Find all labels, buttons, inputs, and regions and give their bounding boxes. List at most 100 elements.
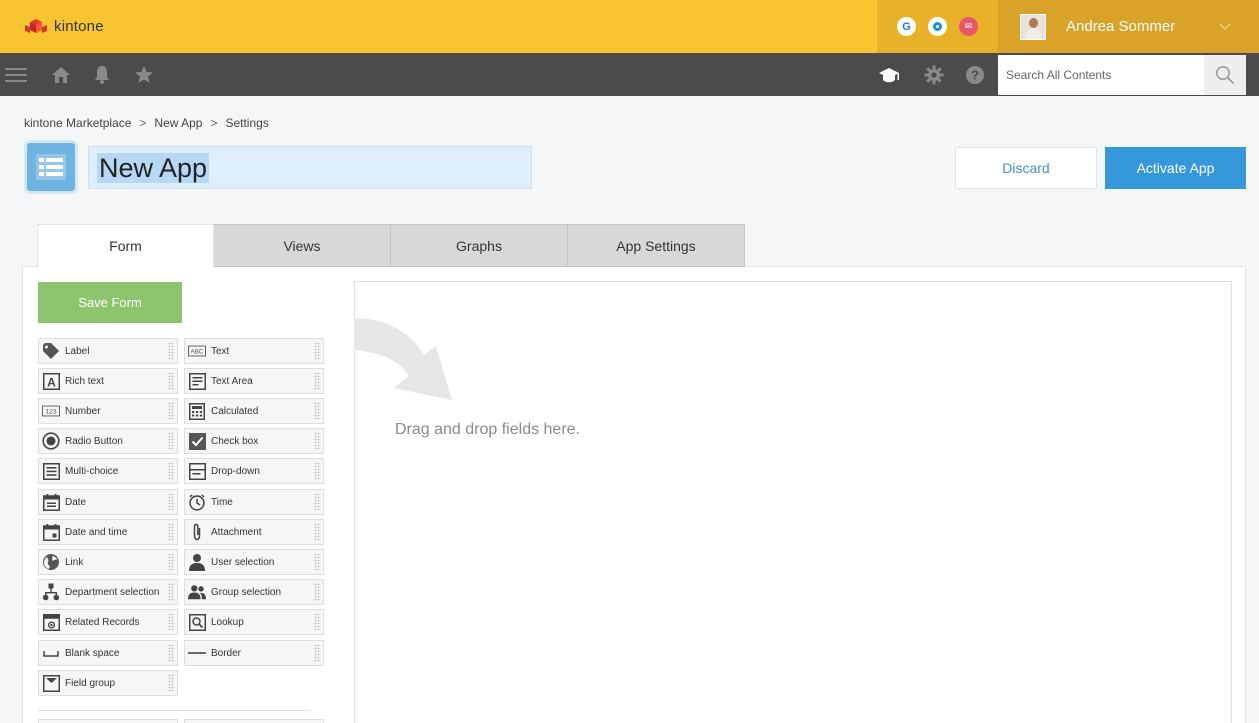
org-chart-icon: [42, 583, 60, 601]
number-icon: 123: [42, 402, 60, 420]
field-user-selection[interactable]: User selection: [184, 549, 324, 575]
user-menu[interactable]: Andrea Sommer: [998, 0, 1259, 53]
field-date-and-time[interactable]: Date and time: [38, 519, 178, 545]
dropdown-icon: [188, 462, 206, 480]
breadcrumb-item-marketplace[interactable]: kintone Marketplace: [24, 116, 131, 130]
field-check-box-label: Check box: [211, 435, 259, 447]
drag-handle[interactable]: [314, 523, 320, 541]
breadcrumb-separator: >: [139, 116, 147, 130]
multi-choice-icon: [42, 462, 60, 480]
search-button[interactable]: [1204, 55, 1246, 95]
drag-handle[interactable]: [314, 432, 320, 450]
field-department-selection[interactable]: Department selection: [38, 579, 178, 605]
tab-graphs[interactable]: Graphs: [391, 224, 568, 267]
field-related-records[interactable]: Related Records: [38, 609, 178, 635]
graduation-cap-icon[interactable]: [876, 53, 902, 96]
field-lookup[interactable]: Lookup: [184, 609, 324, 635]
drag-handle[interactable]: [168, 613, 174, 631]
field-text-area[interactable]: Text Area: [184, 368, 324, 394]
user-name: Andrea Sommer: [1066, 18, 1176, 35]
drag-handle[interactable]: [314, 462, 320, 480]
field-link[interactable]: Link: [38, 549, 178, 575]
drag-handle[interactable]: [168, 372, 174, 390]
field-link-label: Link: [65, 556, 84, 568]
field-radio-button-label: Radio Button: [65, 435, 123, 447]
tab-app-settings[interactable]: App Settings: [568, 224, 745, 267]
drag-handle[interactable]: [168, 644, 174, 662]
field-check-box[interactable]: Check box: [184, 428, 324, 454]
drag-handle[interactable]: [168, 462, 174, 480]
field-rich-text[interactable]: A Rich text: [38, 368, 178, 394]
field-group-icon: [42, 674, 60, 692]
drag-handle[interactable]: [168, 432, 174, 450]
drag-handle[interactable]: [314, 553, 320, 571]
field-date[interactable]: Date: [38, 489, 178, 515]
field-blank-space[interactable]: Blank space: [38, 640, 178, 666]
drag-handle[interactable]: [168, 342, 174, 360]
search-icon: [1216, 66, 1235, 85]
globe-icon: [42, 553, 60, 571]
search-input[interactable]: [1006, 68, 1196, 82]
drag-handle[interactable]: [168, 583, 174, 601]
drag-handle[interactable]: [168, 553, 174, 571]
drag-handle[interactable]: [314, 644, 320, 662]
drag-handle[interactable]: [168, 674, 174, 692]
field-field-group[interactable]: Field group: [38, 670, 178, 696]
field-label[interactable]: Label: [38, 338, 178, 364]
field-attachment-label: Attachment: [211, 526, 262, 538]
user-icon: [188, 553, 206, 571]
breadcrumb-item-new-app[interactable]: New App: [154, 116, 202, 130]
blank-space-icon: [42, 644, 60, 662]
field-attachment[interactable]: Attachment: [184, 519, 324, 545]
field-multi-choice[interactable]: Multi-choice: [38, 458, 178, 484]
drag-handle[interactable]: [314, 372, 320, 390]
tab-views[interactable]: Views: [214, 224, 391, 267]
drag-handle[interactable]: [314, 493, 320, 511]
discard-button[interactable]: Discard: [955, 147, 1097, 189]
star-icon[interactable]: [132, 53, 156, 96]
field-time[interactable]: Time: [184, 489, 324, 515]
office-app-icon[interactable]: [928, 17, 947, 36]
home-icon[interactable]: [48, 53, 74, 96]
field-date-label: Date: [65, 496, 87, 508]
field-radio-button[interactable]: Radio Button: [38, 428, 178, 454]
drag-handle[interactable]: [168, 493, 174, 511]
drag-handle[interactable]: [168, 523, 174, 541]
field-text[interactable]: ABC Text: [184, 338, 324, 364]
app-name-input[interactable]: New App: [88, 146, 532, 189]
drag-handle[interactable]: [314, 342, 320, 360]
field-partial[interactable]: [184, 719, 324, 723]
mail-app-icon[interactable]: ✉: [959, 17, 978, 36]
field-department-selection-label: Department selection: [65, 586, 160, 598]
field-multi-choice-label: Multi-choice: [65, 465, 119, 477]
drag-handle[interactable]: [314, 583, 320, 601]
field-border[interactable]: Border: [184, 640, 324, 666]
field-group-selection[interactable]: Group selection: [184, 579, 324, 605]
activate-app-button[interactable]: Activate App: [1105, 147, 1246, 189]
drag-handle[interactable]: [168, 402, 174, 420]
field-label-text: Label: [65, 345, 90, 357]
related-records-icon: [42, 613, 60, 631]
field-calculated[interactable]: Calculated: [184, 398, 324, 424]
google-app-icon[interactable]: G: [897, 17, 916, 36]
field-partial[interactable]: [38, 719, 178, 723]
form-drop-zone[interactable]: [354, 281, 1232, 723]
list-icon: [36, 154, 66, 180]
clock-icon: [188, 493, 206, 511]
bell-icon[interactable]: [90, 53, 114, 96]
drag-handle[interactable]: [314, 613, 320, 631]
save-form-button[interactable]: Save Form: [38, 282, 182, 323]
help-icon[interactable]: ?: [963, 53, 987, 96]
field-drop-down[interactable]: Drop-down: [184, 458, 324, 484]
app-icon[interactable]: [24, 140, 78, 194]
field-field-group-label: Field group: [65, 677, 116, 689]
brand-name: kintone: [54, 18, 104, 35]
brand[interactable]: kintone: [24, 17, 104, 37]
gear-icon[interactable]: [921, 53, 947, 96]
calculator-icon: [188, 402, 206, 420]
drag-handle[interactable]: [314, 402, 320, 420]
menu-icon[interactable]: [0, 53, 32, 96]
breadcrumb-separator: >: [210, 116, 218, 130]
field-number[interactable]: 123 Number: [38, 398, 178, 424]
tab-form[interactable]: Form: [37, 224, 214, 267]
